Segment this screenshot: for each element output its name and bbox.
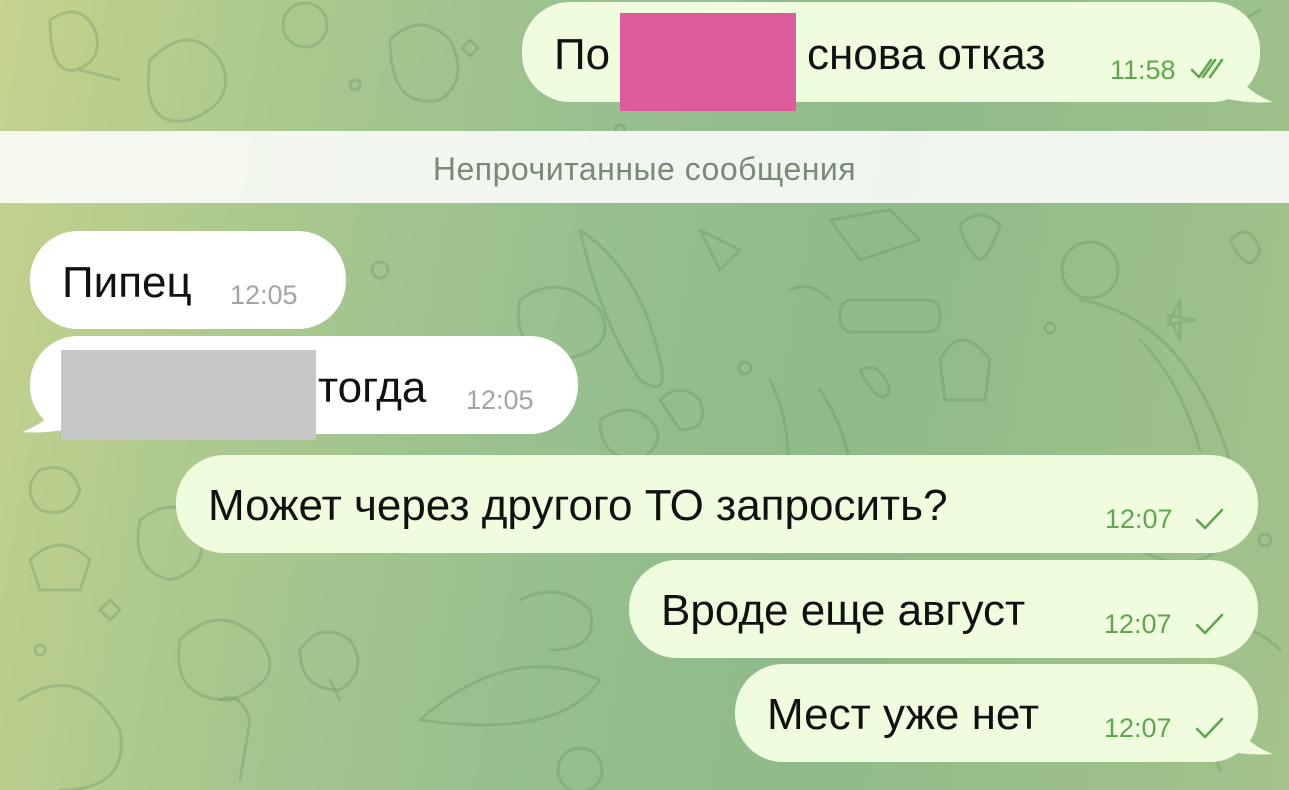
message-time: 11:58 [1110,55,1176,85]
message-text: Вроде еще август [661,586,1026,635]
message-time: 12:07 [1105,504,1173,534]
check-icon [1195,613,1224,635]
unread-messages-divider: Непрочитанные сообщения [0,131,1289,203]
message-bubble-incoming[interactable]: Пипец 12:05 [30,231,346,329]
double-check-icon [1190,58,1224,79]
unread-messages-label: Непрочитанные сообщения [432,151,857,187]
message-text: Может через другого ТО запросить? [208,481,948,530]
message-text-prefix: По [554,30,611,79]
message-text: Пипец [62,258,192,307]
message-text: тогда [318,363,427,412]
message-time: 12:05 [230,280,298,310]
check-icon [1195,717,1224,739]
message-bubble-outgoing[interactable]: Мест уже нет 12:07 [735,664,1258,762]
redaction-block [620,13,796,111]
message-time: 12:05 [466,385,534,415]
message-time: 12:07 [1104,713,1172,743]
chat-screen: { "app": "Telegram", "colors": { "outgoi… [0,0,1289,790]
check-icon [1195,508,1224,530]
message-time: 12:07 [1104,609,1172,639]
message-text: Мест уже нет [767,690,1040,739]
message-bubble-outgoing[interactable]: Может через другого ТО запросить? 12:07 [176,455,1258,553]
redaction-block [61,350,316,440]
message-text: снова отказ [807,30,1046,79]
message-bubble-outgoing[interactable]: Вроде еще август 12:07 [629,560,1258,658]
